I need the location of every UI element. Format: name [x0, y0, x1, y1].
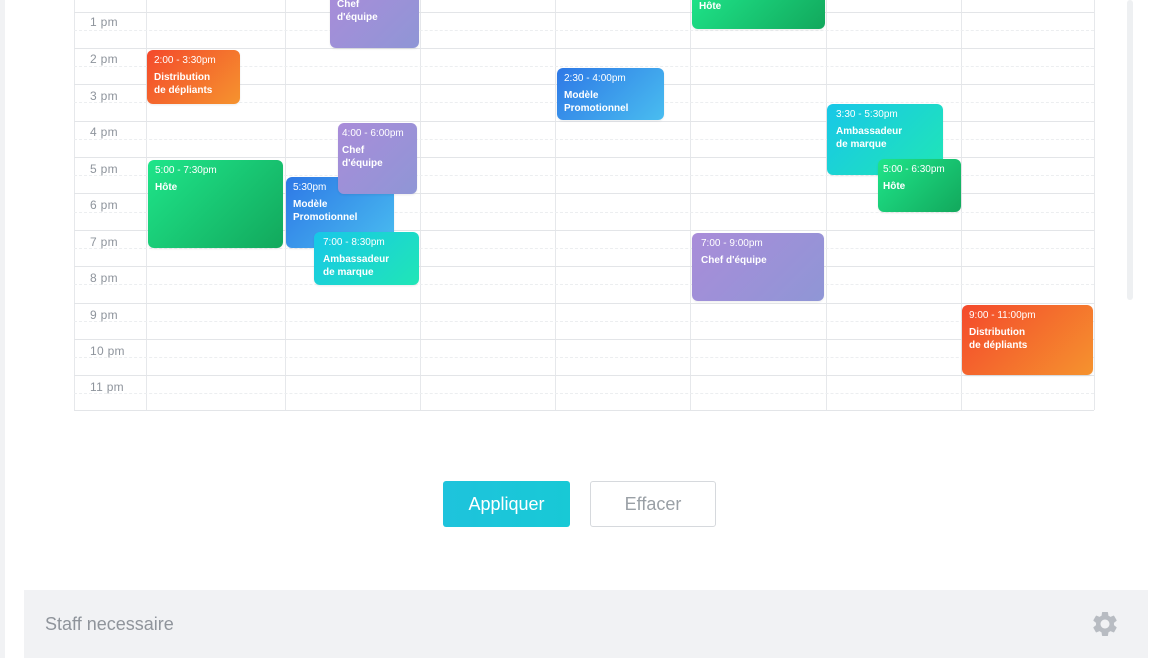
event-time: 7:00 - 8:30pm	[323, 237, 385, 248]
hour-gridline	[74, 266, 1094, 267]
day-column-divider	[1094, 0, 1095, 410]
hour-gridline	[74, 410, 1094, 411]
event-title: Hôte	[699, 1, 722, 12]
time-label: 3 pm	[90, 89, 118, 103]
event-title: Distribution de dépliants	[969, 327, 1028, 351]
event-time: 4:00 - 6:00pm	[342, 128, 404, 139]
time-label: 5 pm	[90, 162, 118, 176]
event-time: 2:30 - 4:00pm	[564, 73, 626, 84]
calendar-event[interactable]: 4:00 - 6:00pm Chef d'équipe	[338, 123, 417, 194]
event-time: 3:30 - 5:30pm	[836, 109, 898, 120]
hour-gridline	[74, 339, 1094, 340]
event-time: 5:00 - 6:30pm	[883, 164, 945, 175]
event-title: Modèle Promotionnel	[564, 90, 629, 114]
time-label: 1 pm	[90, 15, 118, 29]
event-time: 2:00 - 3:30pm	[154, 55, 216, 66]
calendar-event[interactable]: 7:00 - 9:00pm Chef d'équipe	[692, 233, 824, 301]
time-label: 6 pm	[90, 198, 118, 212]
event-title: Chef d'équipe	[701, 255, 767, 266]
day-column-divider	[420, 0, 421, 410]
hour-gridline	[74, 12, 1094, 13]
staff-panel-title: Staff necessaire	[45, 614, 174, 634]
hour-gridline	[74, 303, 1094, 304]
hour-gridline	[74, 48, 1094, 49]
clear-button[interactable]: Effacer	[590, 481, 716, 527]
event-title: Hôte	[883, 181, 906, 192]
calendar-event[interactable]: 5:00 - 7:30pm Hôte	[148, 160, 283, 248]
calendar-scrollbar[interactable]	[1127, 0, 1133, 300]
event-title: Chef d'équipe	[342, 145, 383, 169]
event-title: Ambassadeur de marque	[836, 126, 903, 150]
day-column-divider	[74, 0, 75, 410]
week-calendar: 1 pm 2 pm 3 pm 4 pm 5 pm 6 pm 7 pm 8 pm …	[0, 0, 1164, 420]
time-label: 4 pm	[90, 125, 118, 139]
half-hour-gridline	[74, 357, 1094, 358]
half-hour-gridline	[74, 248, 1094, 249]
staff-needed-panel[interactable]: Staff necessaire	[24, 590, 1148, 658]
apply-button[interactable]: Appliquer	[443, 481, 570, 527]
calendar-event[interactable]: 7:00 - 8:30pm Ambassadeur de marque	[314, 232, 419, 285]
half-hour-gridline	[74, 284, 1094, 285]
event-title: Modèle Promotionnel	[293, 199, 358, 223]
day-column-divider	[690, 0, 691, 410]
time-label: 7 pm	[90, 235, 118, 249]
calendar-event[interactable]: 5:00 - 6:30pm Hôte	[878, 159, 961, 212]
hour-gridline	[74, 375, 1094, 376]
calendar-event[interactable]: Hôte	[692, 0, 825, 29]
calendar-event[interactable]: 2:30 - 4:00pm Modèle Promotionnel	[557, 68, 664, 120]
half-hour-gridline	[74, 393, 1094, 394]
gear-icon[interactable]	[1090, 609, 1120, 639]
time-label: 8 pm	[90, 271, 118, 285]
day-column-divider	[826, 0, 827, 410]
half-hour-gridline	[74, 30, 1094, 31]
calendar-event[interactable]: Chef d'équipe	[330, 0, 419, 48]
event-time: 7:00 - 9:00pm	[701, 238, 763, 249]
event-title: Distribution de dépliants	[154, 72, 213, 96]
calendar-event[interactable]: 9:00 - 11:00pm Distribution de dépliants	[962, 305, 1093, 375]
event-time: 5:00 - 7:30pm	[155, 165, 217, 176]
event-title: Ambassadeur de marque	[323, 254, 390, 278]
time-label: 11 pm	[90, 380, 124, 394]
event-title: Chef d'équipe	[337, 0, 378, 23]
time-label: 10 pm	[90, 344, 125, 358]
time-label: 9 pm	[90, 308, 118, 322]
half-hour-gridline	[74, 321, 1094, 322]
time-label: 2 pm	[90, 52, 118, 66]
event-time: 9:00 - 11:00pm	[969, 310, 1036, 321]
calendar-event[interactable]: 2:00 - 3:30pm Distribution de dépliants	[147, 50, 240, 104]
day-column-divider	[555, 0, 556, 410]
event-title: Hôte	[155, 182, 178, 193]
